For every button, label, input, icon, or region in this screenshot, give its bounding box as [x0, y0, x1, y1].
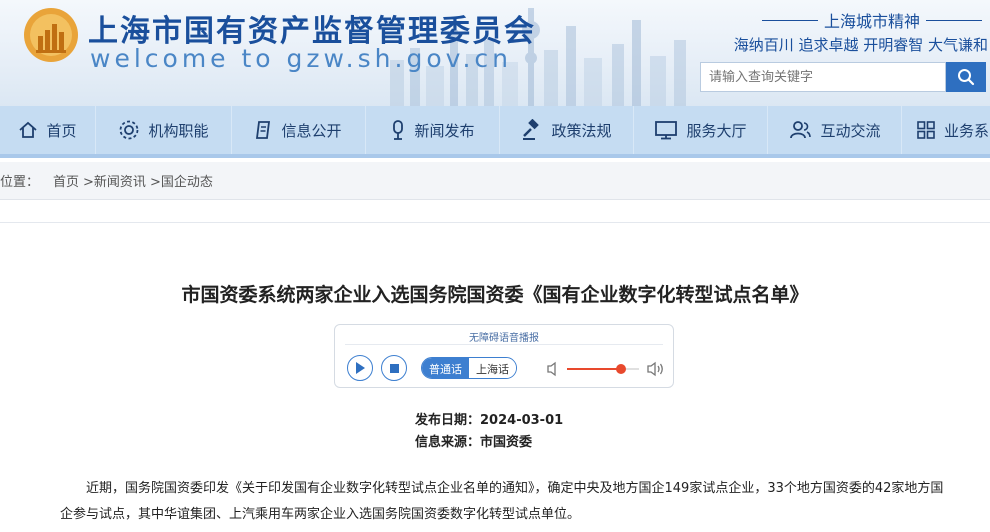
nav-item-label: 业务系	[944, 121, 990, 140]
stop-icon	[389, 363, 399, 373]
nav-item-news[interactable]: 新闻发布	[366, 106, 500, 154]
nav-item-label: 服务大厅	[686, 121, 747, 140]
breadcrumb-home-link[interactable]: 首页	[53, 171, 79, 190]
volume-low-icon	[547, 361, 556, 377]
volume-fill	[567, 368, 621, 370]
divider-line	[345, 344, 663, 345]
breadcrumb-soe-news-link[interactable]: >国企动态	[150, 171, 213, 190]
volume-knob[interactable]	[616, 364, 626, 374]
nav-item-organization[interactable]: 机构职能	[96, 106, 232, 154]
search-icon	[958, 69, 975, 86]
publish-date-row: 发布日期：2024-03-01	[415, 410, 563, 432]
grid-icon	[917, 121, 935, 139]
city-spirit-label: 上海城市精神	[824, 12, 921, 31]
player-caption: 无障碍语音播报	[469, 333, 539, 344]
breadcrumb-news-link[interactable]: >新闻资讯	[83, 171, 146, 190]
nav-item-label: 机构职能	[148, 121, 209, 140]
article-meta: 发布日期：2024-03-01 信息来源：市国资委	[415, 410, 563, 454]
people-icon	[790, 121, 812, 139]
breadcrumb: 位置： 首页 >新闻资讯 >国企动态	[0, 162, 990, 200]
city-spirit-title: 上海城市精神	[762, 8, 983, 32]
nav-item-label: 互动交流	[820, 121, 881, 140]
site-logo-icon	[24, 8, 78, 62]
monitor-icon	[655, 121, 678, 140]
divider-line	[0, 222, 990, 223]
audio-player: 无障碍语音播报 普通话 上海话	[334, 324, 674, 388]
divider-line	[926, 19, 983, 21]
breadcrumb-prefix: 位置：	[0, 175, 40, 190]
document-icon	[256, 121, 271, 139]
shanghainese-button[interactable]: 上海话	[469, 358, 516, 378]
divider-line	[762, 19, 818, 21]
article-body: 近期，国务院国资委印发《关于印发国有企业数字化转型试点企业名单的通知》，确定中央…	[60, 481, 944, 522]
publish-date-label: 发布日期：	[415, 413, 481, 428]
publish-date-value: 2024-03-01	[480, 413, 564, 428]
nav-item-label: 政策法规	[551, 121, 612, 140]
volume-high-icon	[647, 361, 663, 377]
nav-item-interaction[interactable]: 互动交流	[768, 106, 902, 154]
nav-item-label: 新闻发布	[414, 121, 475, 140]
stop-button[interactable]	[381, 355, 407, 381]
site-url: welcome to gzw.sh.gov.cn	[90, 44, 513, 73]
info-source-label: 信息来源：	[415, 435, 481, 450]
play-button[interactable]	[347, 355, 373, 381]
nav-item-label: 首页	[46, 121, 77, 140]
site-header: 上海市国有资产监督管理委员会 welcome to gzw.sh.gov.cn …	[0, 0, 990, 106]
nav-item-info-disclosure[interactable]: 信息公开	[232, 106, 366, 154]
gavel-icon	[523, 119, 540, 140]
nav-item-policy[interactable]: 政策法规	[500, 106, 634, 154]
home-icon	[19, 121, 38, 138]
article-title: 市国资委系统两家企业入选国务院国资委《国有企业数字化转型试点名单》	[181, 284, 809, 306]
nav-item-business[interactable]: 业务系	[902, 106, 990, 154]
nav-item-home[interactable]: 首页	[0, 106, 96, 154]
gear-icon	[120, 120, 139, 140]
search-input[interactable]	[700, 62, 946, 92]
search-button[interactable]	[946, 62, 986, 92]
info-source-value: 市国资委	[480, 435, 533, 450]
nav-item-label: 信息公开	[281, 121, 342, 140]
volume-slider[interactable]	[567, 364, 639, 374]
play-icon	[356, 362, 365, 374]
city-spirit-text: 海纳百川 追求卓越 开明睿智 大气谦和	[733, 36, 988, 54]
info-source-row: 信息来源：市国资委	[415, 432, 563, 454]
microphone-icon	[393, 120, 404, 140]
nav-item-service-hall[interactable]: 服务大厅	[634, 106, 768, 154]
mandarin-button[interactable]: 普通话	[422, 358, 469, 378]
language-selector: 普通话 上海话	[421, 357, 517, 379]
main-nav: 首页 机构职能 信息公开 新闻发布 政策法规 服务大厅 互动交流 业务系	[0, 106, 990, 158]
